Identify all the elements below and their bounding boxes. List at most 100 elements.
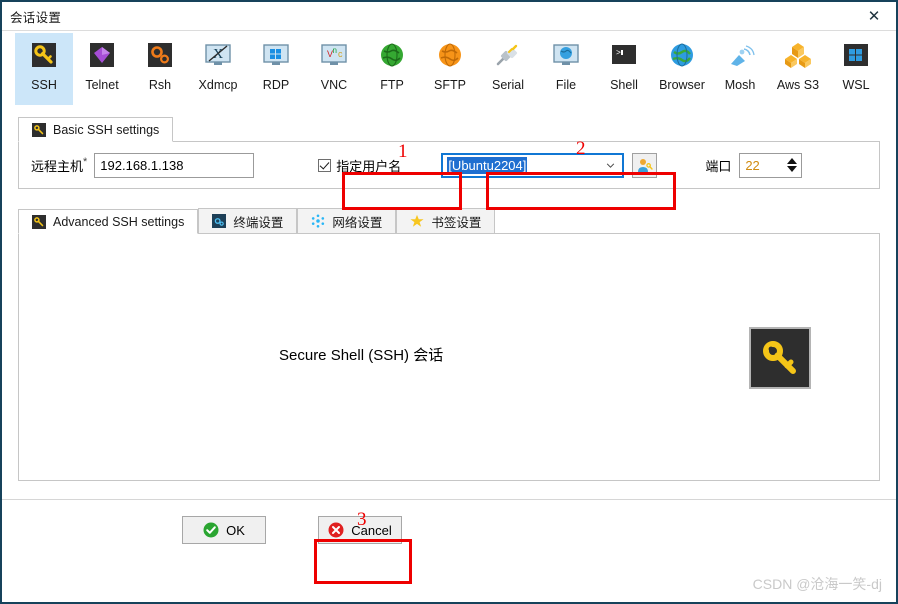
protocol-label: Rsh bbox=[148, 78, 172, 92]
protocol-label: Shell bbox=[610, 78, 638, 92]
protocol-ssh[interactable]: SSH bbox=[15, 33, 73, 105]
remote-host-input[interactable] bbox=[94, 152, 255, 178]
aws-cubes-icon bbox=[785, 43, 811, 68]
gem-icon bbox=[90, 43, 114, 67]
protocol-label: Telnet bbox=[85, 78, 119, 92]
tab-bookmark-settings[interactable]: 书签设置 bbox=[396, 208, 496, 233]
tab-label: 终端设置 bbox=[233, 215, 284, 230]
svg-text:n: n bbox=[333, 46, 337, 55]
orange-globe-icon bbox=[439, 43, 461, 67]
cancel-label: Cancel bbox=[351, 522, 392, 538]
windows-icon bbox=[844, 44, 868, 66]
ssh-content-panel: Secure Shell (SSH) 会话 bbox=[18, 233, 880, 481]
basic-ssh-panel: 远程主机* 指定用户名 [Ubuntu2204] bbox=[18, 141, 880, 189]
terminal-icon: > bbox=[612, 45, 636, 64]
protocol-label: SFTP bbox=[434, 78, 466, 92]
protocol-serial[interactable]: Serial bbox=[479, 33, 537, 105]
file-monitor-icon bbox=[553, 44, 579, 65]
checkbox-box bbox=[318, 158, 332, 172]
ok-label: OK bbox=[226, 522, 245, 538]
network-dots-icon bbox=[312, 214, 325, 228]
satellite-icon bbox=[731, 45, 755, 66]
protocol-vnc[interactable]: V n c VNC bbox=[305, 33, 363, 105]
protocol-mosh[interactable]: Mosh bbox=[711, 33, 769, 105]
key-icon bbox=[32, 214, 46, 229]
title-bar: 会话设置 ✕ bbox=[2, 2, 896, 31]
tab-label: Advanced SSH settings bbox=[53, 214, 185, 229]
tab-label: Basic SSH settings bbox=[53, 122, 160, 137]
protocol-label: Aws S3 bbox=[776, 78, 820, 92]
close-icon[interactable]: ✕ bbox=[852, 2, 896, 29]
protocol-rsh[interactable]: Rsh bbox=[131, 33, 189, 105]
dialog-buttons: OK Cancel bbox=[2, 516, 896, 544]
protocol-file[interactable]: File bbox=[537, 33, 595, 105]
port-spin-arrows[interactable] bbox=[783, 154, 801, 177]
svg-text:X: X bbox=[213, 47, 223, 62]
key-glyph-icon bbox=[763, 341, 796, 374]
svg-text:>: > bbox=[616, 49, 621, 58]
port-label: 端口 bbox=[705, 158, 732, 174]
protocol-label: WSL bbox=[842, 78, 870, 92]
protocol-toolbar: SSH Telnet Rsh X Xdmcp RDP V n c VNC FTP… bbox=[2, 31, 896, 113]
tab-basic-ssh-settings[interactable]: Basic SSH settings bbox=[18, 117, 174, 142]
session-description: Secure Shell (SSH) 会话 bbox=[279, 347, 444, 364]
cancel-button[interactable]: Cancel bbox=[318, 516, 402, 544]
terminal-settings-icon bbox=[212, 214, 227, 228]
user-key-icon bbox=[638, 158, 654, 172]
protocol-label: VNC bbox=[320, 78, 348, 92]
chevron-up-icon[interactable] bbox=[787, 158, 798, 164]
tab-label: 书签设置 bbox=[431, 215, 482, 230]
tab-network-settings[interactable]: 网络设置 bbox=[297, 208, 397, 233]
specify-username-label: 指定用户名 bbox=[336, 158, 402, 174]
windows-monitor-icon bbox=[263, 44, 289, 65]
protocol-xdmcp[interactable]: X Xdmcp bbox=[189, 33, 247, 105]
ok-button[interactable]: OK bbox=[182, 516, 266, 544]
red-x-icon bbox=[328, 522, 344, 538]
x-monitor-icon: X bbox=[205, 44, 231, 65]
manage-users-button[interactable] bbox=[632, 152, 658, 178]
protocol-label: FTP bbox=[380, 78, 404, 92]
remote-host-label: 远程主机* bbox=[31, 155, 88, 174]
chevron-down-icon bbox=[607, 163, 615, 168]
protocol-label: File bbox=[555, 78, 577, 92]
vnc-monitor-icon: V n c bbox=[321, 44, 347, 65]
protocol-ftp[interactable]: FTP bbox=[363, 33, 421, 105]
protocol-wsl[interactable]: WSL bbox=[827, 33, 885, 105]
svg-text:c: c bbox=[338, 49, 343, 59]
green-globe-icon bbox=[381, 43, 403, 67]
protocol-label: Serial bbox=[492, 78, 524, 92]
chevron-down-icon[interactable] bbox=[787, 166, 798, 172]
basic-tabstrip: Basic SSH settings bbox=[18, 115, 880, 142]
key-icon bbox=[32, 122, 46, 137]
protocol-label: Browser bbox=[659, 78, 705, 92]
plug-icon bbox=[496, 44, 518, 66]
annotation-box-3 bbox=[314, 539, 412, 584]
protocol-shell[interactable]: > Shell bbox=[595, 33, 653, 105]
username-combobox[interactable]: [Ubuntu2204] bbox=[441, 152, 625, 178]
advanced-tabstrip: Advanced SSH settings 终端设置 网络设置 书签设置 bbox=[18, 207, 880, 234]
protocol-rdp[interactable]: RDP bbox=[247, 33, 305, 105]
protocol-label: RDP bbox=[262, 78, 290, 92]
footer-divider bbox=[2, 499, 896, 500]
gears-icon bbox=[148, 43, 172, 67]
watermark: CSDN @沧海一笑-dj bbox=[752, 576, 882, 592]
protocol-aws-s3[interactable]: Aws S3 bbox=[769, 33, 827, 105]
window-title: 会话设置 bbox=[10, 11, 62, 25]
protocol-telnet[interactable]: Telnet bbox=[73, 33, 131, 105]
tab-terminal-settings[interactable]: 终端设置 bbox=[198, 208, 298, 233]
basic-ssh-section: Basic SSH settings 远程主机* 指定用户名 [Ubuntu22… bbox=[18, 115, 880, 189]
port-stepper[interactable]: 22 bbox=[739, 152, 803, 178]
key-icon bbox=[32, 43, 56, 67]
required-marker: * bbox=[83, 155, 88, 168]
protocol-browser[interactable]: Browser bbox=[653, 33, 711, 105]
tab-advanced-ssh-settings[interactable]: Advanced SSH settings bbox=[18, 209, 199, 234]
key-icon bbox=[749, 327, 811, 389]
protocol-label: Xdmcp bbox=[198, 78, 238, 92]
star-icon bbox=[410, 214, 424, 227]
port-value: 22 bbox=[745, 157, 760, 173]
protocol-sftp[interactable]: SFTP bbox=[421, 33, 479, 105]
username-value: [Ubuntu2204] bbox=[447, 156, 528, 174]
advanced-section: Advanced SSH settings 终端设置 网络设置 书签设置 Sec… bbox=[18, 207, 880, 481]
specify-username-checkbox[interactable]: 指定用户名 bbox=[318, 156, 401, 175]
protocol-label: Mosh bbox=[724, 78, 756, 92]
